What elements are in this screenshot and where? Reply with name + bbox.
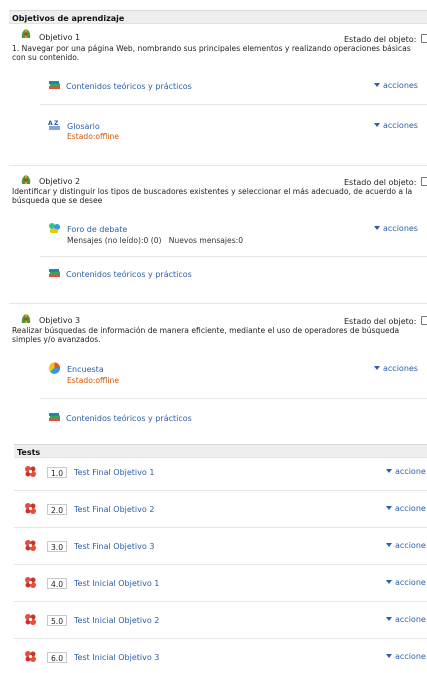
- caret-down-icon: [386, 469, 392, 473]
- tests-header: Tests: [14, 444, 427, 458]
- acciones-button-2[interactable]: acciones: [374, 121, 418, 130]
- separator: [14, 638, 427, 639]
- resource-contenidos-2[interactable]: Contenidos teóricos y prácticos: [48, 268, 192, 279]
- acciones-button-1[interactable]: acciones: [374, 81, 418, 90]
- encuesta-link[interactable]: Encuesta: [67, 365, 104, 374]
- resource-foro[interactable]: Foro de debate: [48, 222, 127, 234]
- test-link[interactable]: Test Final Objetivo 1: [74, 468, 154, 477]
- objectives-title: Objetivos de aprendizaje: [12, 14, 125, 23]
- puzzle-icon: [25, 651, 36, 662]
- separator: [14, 601, 427, 602]
- objective-3-state: Estado del objeto:: [344, 316, 427, 326]
- acciones-button-3[interactable]: acciones: [374, 224, 418, 233]
- glosario-status: Estado:offline: [67, 132, 119, 141]
- separator: [40, 398, 427, 399]
- caret-down-icon: [386, 543, 392, 547]
- caret-down-icon: [386, 506, 392, 510]
- acciones-button-test[interactable]: accione: [386, 615, 426, 624]
- resource-glosario[interactable]: AZ Glosario: [48, 119, 100, 131]
- test-link[interactable]: Test Final Objetivo 3: [74, 542, 154, 551]
- objective-2-state: Estado del objeto:: [344, 177, 427, 187]
- test-link[interactable]: Test Final Objetivo 2: [74, 505, 154, 514]
- test-link[interactable]: Test Inicial Objetivo 1: [74, 579, 159, 588]
- objective-3-description: Realizar búsquedas de información de man…: [12, 326, 400, 344]
- test-row[interactable]: 4.0 Test Inicial Objetivo 1 accione: [14, 573, 427, 599]
- objective-2-title[interactable]: Objetivo 2: [39, 177, 80, 186]
- glossary-icon: AZ: [48, 120, 60, 130]
- test-link[interactable]: Test Inicial Objetivo 3: [74, 653, 159, 662]
- separator: [14, 564, 427, 565]
- contenidos-link[interactable]: Contenidos teóricos y prácticos: [66, 414, 192, 423]
- test-link[interactable]: Test Inicial Objetivo 2: [74, 616, 159, 625]
- caret-down-icon: [374, 366, 380, 370]
- contenidos-link[interactable]: Contenidos teóricos y prácticos: [66, 270, 192, 279]
- separator: [40, 104, 427, 105]
- acciones-button-test[interactable]: accione: [386, 541, 426, 550]
- separator: [14, 490, 427, 491]
- state-icon: [420, 34, 427, 43]
- survey-icon: [49, 362, 61, 374]
- separator: [14, 527, 427, 528]
- objective-2-description: Identificar y distinguir los tipos de bu…: [12, 187, 413, 205]
- foro-link[interactable]: Foro de debate: [67, 225, 127, 234]
- objective-1-state: Estado del objeto:: [344, 34, 427, 44]
- encuesta-status: Estado:offline: [67, 376, 119, 385]
- state-icon: [420, 316, 427, 325]
- acciones-button-test[interactable]: accione: [386, 504, 426, 513]
- separator: [9, 165, 427, 166]
- test-order-input[interactable]: 5.0: [47, 615, 67, 626]
- tests-title: Tests: [17, 448, 41, 457]
- test-row[interactable]: 5.0 Test Inicial Objetivo 2 accione: [14, 610, 427, 636]
- test-order-input[interactable]: 4.0: [47, 578, 67, 589]
- objective-icon: [21, 175, 31, 184]
- acciones-button-test[interactable]: accione: [386, 467, 426, 476]
- puzzle-icon: [25, 577, 36, 588]
- resource-encuesta[interactable]: Encuesta: [48, 362, 104, 374]
- svg-text:Z: Z: [54, 120, 59, 127]
- book-stack-icon: [49, 413, 60, 421]
- acciones-button-test[interactable]: accione: [386, 578, 426, 587]
- caret-down-icon: [386, 580, 392, 584]
- caret-down-icon: [374, 123, 380, 127]
- puzzle-icon: [25, 614, 36, 625]
- test-row[interactable]: 6.0 Test Inicial Objetivo 3 accione: [14, 647, 427, 673]
- test-row[interactable]: 3.0 Test Final Objetivo 3 accione: [14, 536, 427, 562]
- caret-down-icon: [386, 617, 392, 621]
- test-row[interactable]: 1.0 Test Final Objetivo 1 accione: [14, 462, 427, 488]
- acciones-button-test[interactable]: accione: [386, 652, 426, 661]
- book-stack-icon: [49, 269, 60, 277]
- caret-down-icon: [374, 83, 380, 87]
- test-order-input[interactable]: 2.0: [47, 504, 67, 515]
- separator: [9, 303, 427, 304]
- foro-stats: Mensajes (no leído):0 (0) Nuevos mensaje…: [67, 236, 244, 245]
- contenidos-link[interactable]: Contenidos teóricos y prácticos: [66, 82, 192, 91]
- test-order-input[interactable]: 1.0: [47, 467, 67, 478]
- test-order-input[interactable]: 6.0: [47, 652, 67, 663]
- objectives-header: Objetivos de aprendizaje: [9, 10, 427, 24]
- forum-icon: [49, 223, 60, 233]
- puzzle-icon: [25, 540, 36, 551]
- objective-3-title[interactable]: Objetivo 3: [39, 316, 80, 325]
- puzzle-icon: [25, 466, 36, 477]
- caret-down-icon: [374, 226, 380, 230]
- glosario-link[interactable]: Glosario: [67, 122, 100, 131]
- caret-down-icon: [386, 654, 392, 658]
- objective-1-description: 1. Navegar por una página Web, nombrando…: [12, 44, 411, 62]
- book-stack-icon: [49, 81, 60, 89]
- test-order-input[interactable]: 3.0: [47, 541, 67, 552]
- svg-text:A: A: [48, 120, 53, 127]
- test-row[interactable]: 2.0 Test Final Objetivo 2 accione: [14, 499, 427, 525]
- objective-icon: [21, 29, 31, 38]
- puzzle-icon: [25, 503, 36, 514]
- objective-1-title[interactable]: Objetivo 1: [39, 33, 80, 42]
- resource-contenidos-3[interactable]: Contenidos teóricos y prácticos: [48, 412, 192, 423]
- state-icon: [420, 177, 427, 186]
- resource-contenidos-1[interactable]: Contenidos teóricos y prácticos: [48, 80, 192, 91]
- objective-icon: [21, 314, 31, 323]
- separator: [40, 256, 427, 257]
- acciones-button-4[interactable]: acciones: [374, 364, 418, 373]
